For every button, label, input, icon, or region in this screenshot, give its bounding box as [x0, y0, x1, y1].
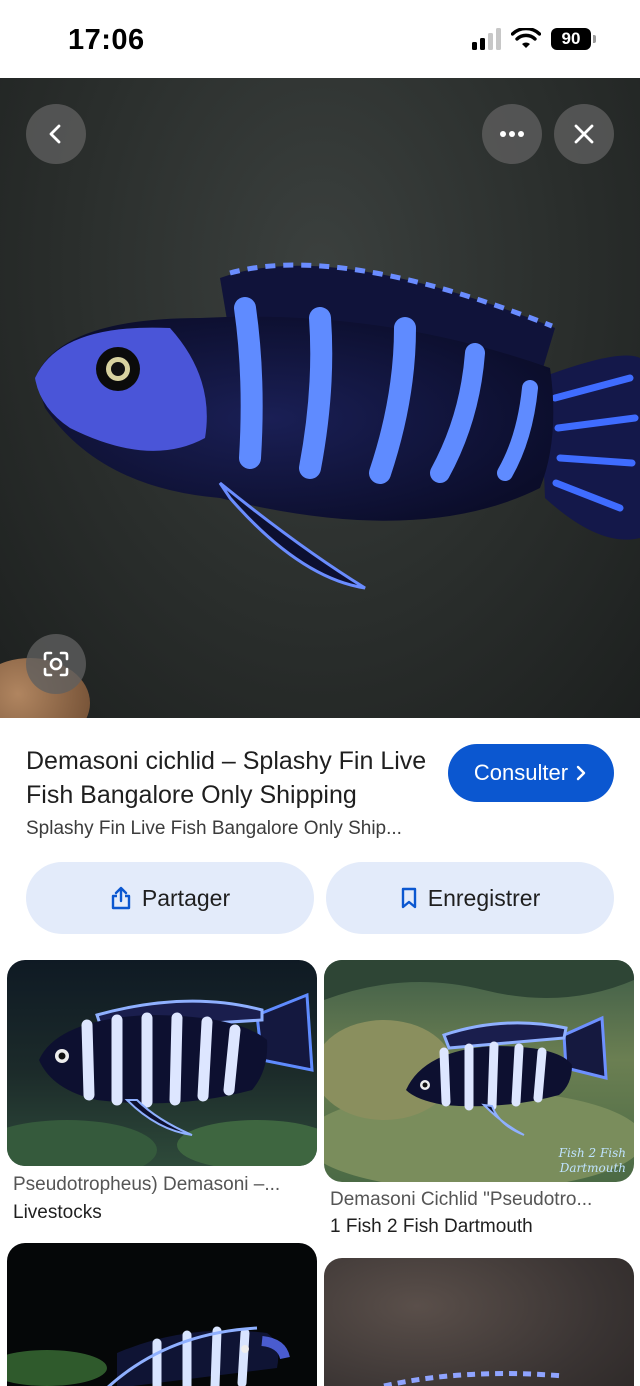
- fish-illustration: [35, 262, 640, 590]
- related-caption: Pseudotropheus) Demasoni –...: [13, 1174, 281, 1195]
- related-thumbnail[interactable]: [7, 960, 317, 1166]
- status-bar: 17:06 90: [0, 0, 640, 78]
- close-button[interactable]: [554, 104, 614, 164]
- result-info: Demasoni cichlid – Splashy Fin Live Fish…: [0, 718, 640, 958]
- related-source: 1 Fish 2 Fish Dartmouth: [330, 1216, 533, 1237]
- related-result-card[interactable]: Fish 2 Fish Dartmouth Demasoni Cichlid "…: [324, 960, 634, 1240]
- fish-thumbnail-illustration: [7, 1326, 290, 1386]
- result-subtitle: Splashy Fin Live Fish Bangalore Only Shi…: [26, 818, 402, 839]
- share-icon: [111, 886, 131, 910]
- visit-button[interactable]: Consulter: [448, 744, 614, 802]
- fish-thumbnail-illustration: [383, 1371, 565, 1386]
- back-arrow-icon: [49, 124, 61, 144]
- related-caption: Demasoni Cichlid "Pseudotro...: [330, 1189, 593, 1210]
- share-button-label: Partager: [141, 884, 231, 911]
- chevron-right-icon: [576, 765, 586, 781]
- image-watermark: Fish 2 Fish Dartmouth: [558, 1146, 626, 1175]
- battery-icon: 90: [551, 28, 591, 50]
- fish-thumbnail-illustration: [7, 992, 317, 1166]
- related-result-card[interactable]: [324, 1258, 634, 1386]
- back-button[interactable]: [26, 104, 86, 164]
- status-time: 17:06: [68, 24, 145, 56]
- related-thumbnail[interactable]: Fish 2 Fish Dartmouth: [324, 960, 634, 1182]
- visit-button-label: Consulter: [473, 760, 569, 785]
- related-result-card[interactable]: Pseudotropheus) Demasoni –... Livestocks: [7, 960, 317, 1230]
- save-button[interactable]: Enregistrer: [326, 862, 614, 934]
- related-thumbnail[interactable]: [324, 1258, 634, 1386]
- save-button-label: Enregistrer: [427, 884, 541, 911]
- lens-button[interactable]: [26, 634, 86, 694]
- hero-image[interactable]: [0, 78, 640, 718]
- status-icons: 90: [472, 28, 596, 50]
- lens-icon: [43, 651, 69, 677]
- related-thumbnail[interactable]: [7, 1243, 317, 1386]
- battery-cap: [593, 35, 596, 43]
- related-result-card[interactable]: [7, 1243, 317, 1386]
- result-title[interactable]: Demasoni cichlid – Splashy Fin Live Fish…: [26, 744, 446, 812]
- wifi-icon: [511, 28, 541, 48]
- more-options-button[interactable]: [482, 104, 542, 164]
- share-button[interactable]: Partager: [26, 862, 314, 934]
- cellular-signal-icon: [472, 28, 501, 50]
- close-icon: [574, 124, 594, 144]
- related-source: Livestocks: [13, 1202, 102, 1223]
- more-dots-icon: [500, 131, 524, 137]
- bookmark-icon: [401, 887, 416, 909]
